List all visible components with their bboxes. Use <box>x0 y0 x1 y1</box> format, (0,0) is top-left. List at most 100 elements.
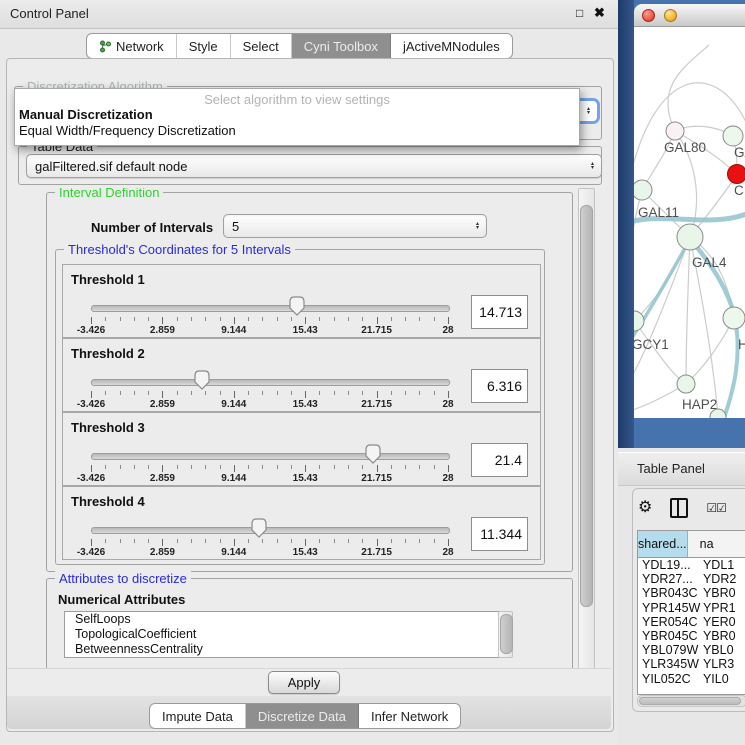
interval-definition-group-title: Interval Definition <box>55 188 163 200</box>
threshold-slider-thumb[interactable] <box>194 370 210 390</box>
threshold-slider-track[interactable] <box>91 527 450 534</box>
slider-tick <box>162 465 163 472</box>
threshold-value-field[interactable]: 6.316 <box>471 369 528 403</box>
number-of-intervals-label: Number of Intervals <box>91 220 213 235</box>
threshold-slider-thumb[interactable] <box>289 296 305 316</box>
slider-tick-label: 15.43 <box>282 473 328 484</box>
settings-scrollbar[interactable] <box>578 188 595 670</box>
attribute-list-item[interactable]: BetweennessCentrality <box>65 642 499 657</box>
network-node[interactable] <box>634 311 644 331</box>
table-row[interactable]: YER054CYER0 <box>638 615 745 629</box>
number-of-intervals-spinner[interactable]: 5 ▴▾ <box>223 214 487 238</box>
slider-tick <box>391 539 392 543</box>
table-row[interactable]: YDL19...YDL1 <box>638 558 745 572</box>
slider-tick <box>405 465 406 469</box>
table-row[interactable]: YIL052CYIL0 <box>638 672 745 686</box>
network-node-label: GAL11 <box>638 205 679 220</box>
numerical-attributes-list[interactable]: SelfLoopsTopologicalCoefficientBetweenne… <box>64 611 500 658</box>
network-node[interactable] <box>666 122 684 140</box>
network-edge <box>690 239 735 318</box>
threshold-slider-track[interactable] <box>91 379 450 386</box>
slider-tick <box>220 391 221 395</box>
tab-infer-network[interactable]: Infer Network <box>359 704 460 728</box>
table-hscrollbar-thumb[interactable] <box>639 697 741 705</box>
network-node[interactable] <box>728 165 745 184</box>
threshold-value-field[interactable]: 11.344 <box>471 517 528 551</box>
tab-select[interactable]: Select <box>231 34 292 58</box>
tab-style[interactable]: Style <box>177 34 231 58</box>
slider-tick <box>248 391 249 395</box>
slider-tick <box>391 391 392 395</box>
tab-discretize-data[interactable]: Discretize Data <box>246 704 359 728</box>
slider-tick <box>291 465 292 469</box>
attribute-list-item[interactable]: SelfLoops <box>65 612 499 627</box>
slider-tick <box>305 465 306 472</box>
threshold-slider-thumb[interactable] <box>365 444 381 464</box>
slider-tick <box>177 317 178 321</box>
network-node[interactable] <box>634 180 652 200</box>
split-view-icon[interactable] <box>670 498 688 518</box>
gear-icon[interactable]: ⚙ <box>638 500 652 516</box>
slider-tick <box>262 317 263 321</box>
table-row[interactable]: YLR345WYLR3 <box>638 657 745 671</box>
settings-scrollbar-thumb[interactable] <box>580 205 593 607</box>
network-window-titlebar[interactable] <box>634 4 745 27</box>
tab-network[interactable]: Network <box>87 34 177 58</box>
table-row[interactable]: YBL079WYBL0 <box>638 643 745 657</box>
table-hscrollbar[interactable] <box>637 695 745 707</box>
slider-tick-label: 28 <box>425 473 471 484</box>
tab-cyni-toolbox[interactable]: Cyni Toolbox <box>292 34 391 58</box>
slider-tick-label: -3.426 <box>68 325 114 336</box>
popup-item-equal-width[interactable]: Equal Width/Frequency Discretization <box>19 123 236 138</box>
threshold-value-field[interactable]: 14.713 <box>471 295 528 329</box>
network-canvas[interactable]: GAL80GACGAL11GAL4GCY1HHAP2 <box>634 27 745 418</box>
popup-item-manual-discretization[interactable]: Manual Discretization <box>19 107 153 122</box>
table-row[interactable]: YPR145WYPR1 <box>638 601 745 615</box>
threshold-title: Threshold 4 <box>71 494 145 509</box>
float-window-icon[interactable]: □ <box>576 6 583 20</box>
table-row[interactable]: YBR043CYBR0 <box>638 586 745 600</box>
close-traffic-light-icon[interactable] <box>642 9 655 22</box>
node-table[interactable]: shared... na YDL19...YDL1YDR27...YDR2YBR… <box>637 530 745 695</box>
network-node-label: H <box>738 337 745 352</box>
network-node[interactable] <box>677 224 703 250</box>
network-node[interactable] <box>723 307 745 329</box>
network-node[interactable] <box>723 126 743 146</box>
threshold-panel: Threshold 3-3.4262.8599.14415.4321.71528… <box>62 412 541 486</box>
attributes-scrollbar-thumb[interactable] <box>500 614 513 654</box>
minimize-traffic-light-icon[interactable] <box>664 9 677 22</box>
slider-tick <box>319 391 320 395</box>
slider-tick <box>277 391 278 395</box>
table-data-combobox[interactable]: galFiltered.sif default node ▴▾ <box>26 154 602 178</box>
threshold-title: Threshold 3 <box>71 420 145 435</box>
apply-button[interactable]: Apply <box>268 671 340 694</box>
threshold-slider-track[interactable] <box>91 453 450 460</box>
table-row[interactable]: YBR045CYBR0 <box>638 629 745 643</box>
column-header-shared-name[interactable]: shared... <box>638 531 688 557</box>
tab-impute-data[interactable]: Impute Data <box>150 704 246 728</box>
table-cell-shared-name: YPR145W <box>638 601 703 615</box>
column-header-name[interactable]: na <box>688 531 745 557</box>
table-row[interactable]: YDR27...YDR2 <box>638 572 745 586</box>
slider-tick-label: -3.426 <box>68 547 114 558</box>
slider-tick <box>177 465 178 469</box>
slider-tick <box>205 539 206 543</box>
threshold-slider-thumb[interactable] <box>251 518 267 538</box>
zoom-traffic-light-icon[interactable] <box>686 10 697 21</box>
checked-boxes-icon[interactable]: ☑☑ <box>706 501 726 515</box>
network-node[interactable] <box>677 375 695 393</box>
threshold-slider-track[interactable] <box>91 305 450 312</box>
close-icon[interactable]: ✖ <box>594 5 605 21</box>
attributes-list-scrollbar[interactable] <box>498 611 513 658</box>
slider-tick-label: 21.715 <box>354 547 400 558</box>
attribute-list-item[interactable]: TopologicalCoefficient <box>65 627 499 642</box>
slider-tick <box>105 391 106 395</box>
slider-tick <box>348 317 349 321</box>
threshold-value-field[interactable]: 21.4 <box>471 443 528 477</box>
tab-jactivemnodules-label: jActiveMNodules <box>403 39 500 54</box>
tab-jactivemnodules[interactable]: jActiveMNodules <box>391 34 512 58</box>
slider-tick <box>220 539 221 543</box>
slider-tick-label: 9.144 <box>211 547 257 558</box>
slider-tick-label: 15.43 <box>282 399 328 410</box>
slider-tick-label: 15.43 <box>282 325 328 336</box>
